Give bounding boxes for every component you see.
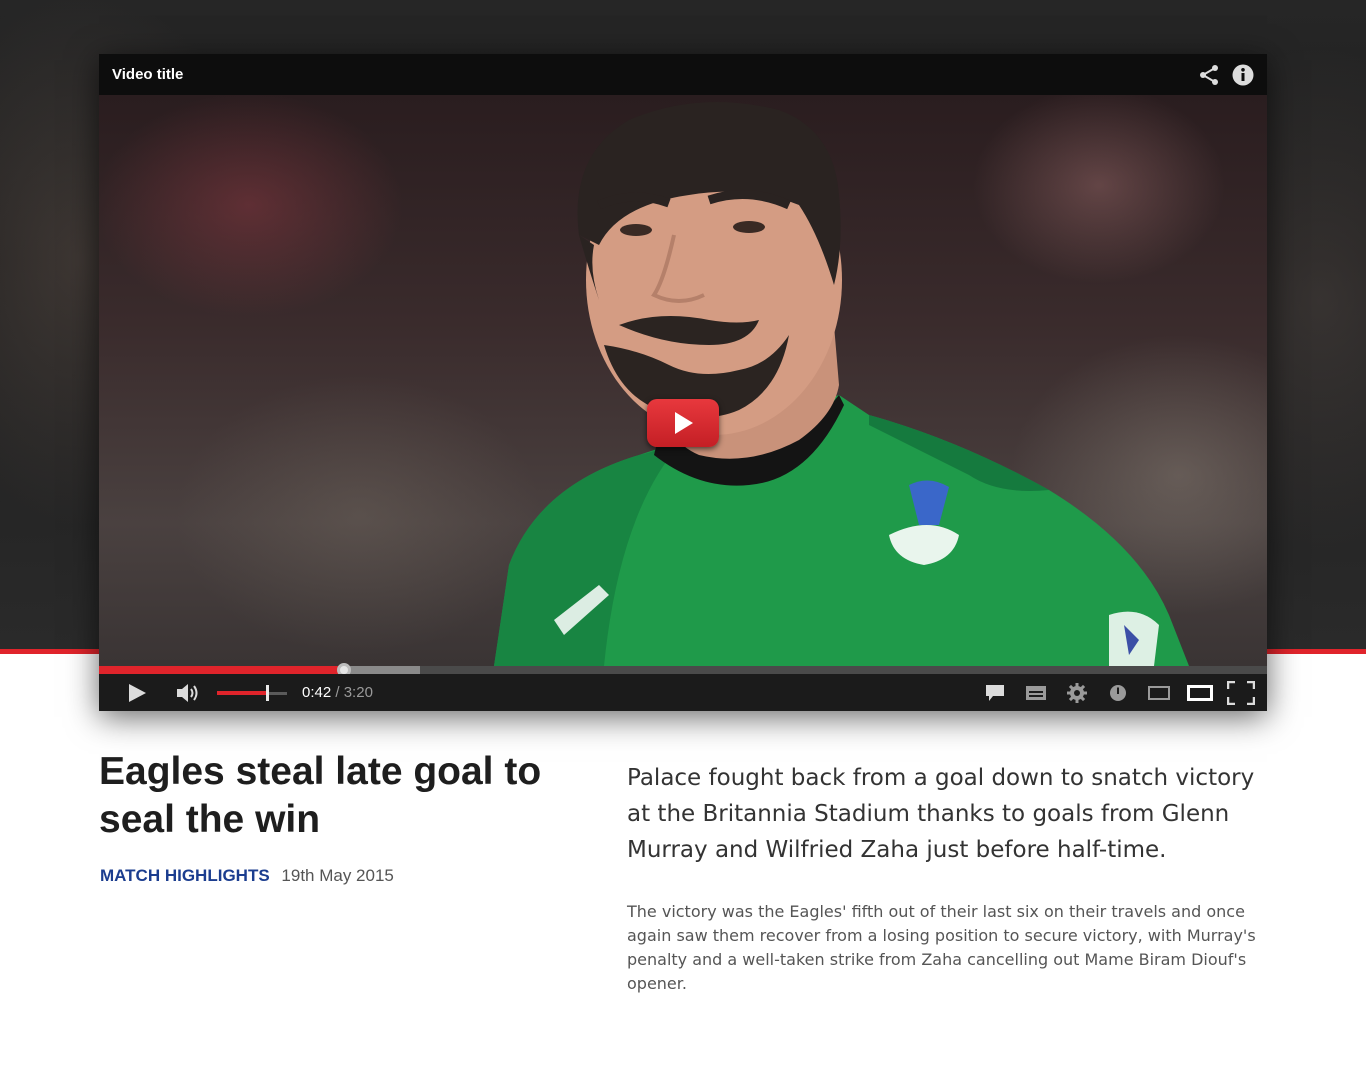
- subtitles-icon: [1025, 685, 1046, 700]
- small-player-button[interactable]: [1138, 674, 1179, 711]
- video-player[interactable]: Video title 0:42 / 3:20: [99, 54, 1267, 711]
- video-title[interactable]: Video title: [112, 66, 1186, 83]
- small-player-icon: [1147, 685, 1170, 700]
- time-current: 0:42: [302, 684, 332, 701]
- large-player-icon: [1186, 684, 1213, 701]
- large-player-button[interactable]: [1179, 674, 1220, 711]
- article-body: The victory was the Eagles' fifth out of…: [627, 902, 1256, 993]
- right-controls: [974, 674, 1267, 711]
- settings-button[interactable]: [1056, 674, 1097, 711]
- player-controls: 0:42 / 3:20: [99, 674, 1267, 711]
- article-category-link[interactable]: MATCH HIGHLIGHTS: [100, 866, 270, 885]
- info-icon[interactable]: [1232, 64, 1254, 86]
- time-display: 0:42 / 3:20: [302, 684, 373, 701]
- play-icon: [129, 683, 146, 702]
- video-thumbnail: [494, 102, 1189, 666]
- captions-icon: [985, 684, 1004, 701]
- article-date: 19th May 2015: [281, 866, 394, 885]
- watch-later-button[interactable]: [1097, 674, 1138, 711]
- volume-button[interactable]: [175, 674, 205, 711]
- video-frame[interactable]: [99, 95, 1267, 666]
- volume-slider[interactable]: [217, 683, 287, 703]
- volume-slider-handle[interactable]: [266, 684, 270, 701]
- progress-played: [99, 666, 345, 674]
- progress-bar[interactable]: [99, 663, 1267, 677]
- time-separator: /: [335, 684, 340, 701]
- share-icon[interactable]: [1198, 64, 1220, 86]
- player-title-bar: Video title: [99, 54, 1267, 95]
- big-play-button[interactable]: [647, 399, 719, 447]
- article-lead: Palace fought back from a goal down to s…: [627, 765, 1255, 863]
- gear-icon: [1066, 682, 1087, 703]
- article-headline: Eagles steal late goal to seal the win: [99, 750, 542, 841]
- fullscreen-icon: [1226, 680, 1255, 705]
- play-button[interactable]: [99, 674, 175, 711]
- volume-level: [217, 690, 268, 695]
- volume-icon: [177, 683, 198, 702]
- article-meta: MATCH HIGHLIGHTS 19th May 2015: [100, 866, 394, 886]
- fullscreen-button[interactable]: [1220, 674, 1261, 711]
- captions-button[interactable]: [974, 674, 1015, 711]
- clock-icon: [1109, 684, 1126, 701]
- time-duration: 3:20: [343, 684, 373, 701]
- subtitles-button[interactable]: [1015, 674, 1056, 711]
- play-icon: [675, 412, 693, 434]
